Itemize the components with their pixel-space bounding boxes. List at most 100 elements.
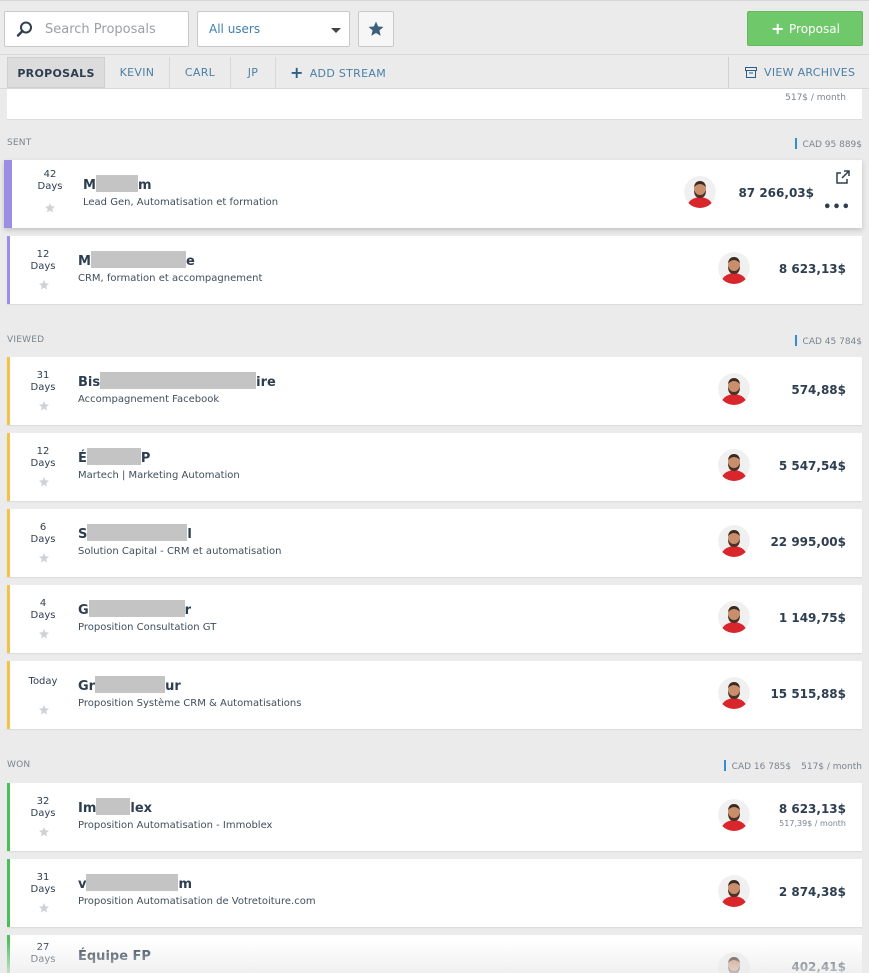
more-options-icon[interactable]: ••• [823, 200, 851, 215]
redacted-text [88, 600, 185, 617]
proposal-amount: 15 515,88$ [770, 687, 846, 701]
add-stream-button[interactable]: + ADD STREAM [290, 57, 386, 88]
stage-total-value: CAD 45 784$ [802, 337, 862, 347]
stage-monthly-value: 517$ / month [801, 762, 862, 772]
proposal-title: vm [78, 874, 192, 892]
proposal-amount: 574,88$ [791, 383, 846, 397]
proposal-title: Sl [78, 524, 192, 542]
star-icon[interactable] [38, 704, 50, 716]
tab-proposals[interactable]: PROPOSALS [7, 57, 105, 88]
star-icon[interactable] [38, 552, 50, 564]
search-input[interactable] [45, 12, 185, 46]
proposal-title: Me [78, 251, 195, 269]
proposal-subtitle: Martech | Marketing Automation [78, 470, 240, 481]
proposal-card-partial[interactable]: 517$ / month [7, 89, 862, 120]
star-icon[interactable] [38, 476, 50, 488]
redacted-text [95, 676, 166, 693]
avatar [718, 252, 750, 284]
star-icon[interactable] [44, 202, 56, 214]
avatar [718, 952, 750, 973]
days-counter: Today [28, 676, 58, 687]
proposal-title: Gr [78, 600, 191, 618]
proposal-card[interactable]: 27 Days Équipe FP 402,41$ [7, 935, 862, 973]
redacted-text [96, 798, 131, 815]
redacted-text [86, 448, 141, 465]
new-proposal-label: Proposal [789, 22, 840, 36]
add-stream-label: ADD STREAM [309, 67, 386, 80]
days-counter: 4 Days [30, 598, 56, 621]
star-icon[interactable] [38, 902, 50, 914]
star-icon[interactable] [38, 826, 50, 838]
redacted-text [87, 524, 188, 541]
proposal-card[interactable]: 4 Days Gr Proposition Consultation GT 1 1… [7, 585, 862, 653]
proposal-card[interactable]: 12 Days ÉP Martech | Marketing Automation… [7, 433, 862, 501]
tab-jp[interactable]: JP [231, 57, 276, 88]
plus-icon: + [771, 19, 785, 38]
star-icon[interactable] [38, 279, 50, 291]
archive-icon [745, 67, 757, 78]
days-counter: 31 Days [30, 370, 56, 393]
avatar [718, 677, 750, 709]
total-marker [794, 335, 797, 346]
proposal-subtitle: Proposition Automatisation - Immoblex [78, 820, 273, 831]
stage-label-viewed: VIEWED [7, 335, 45, 345]
avatar [718, 875, 750, 907]
days-counter: 42 Days [37, 169, 63, 192]
avatar [718, 799, 750, 831]
top-toolbar: All users + Proposal [0, 0, 869, 54]
proposal-card[interactable]: Today Gr ur Proposition Système CRM & Aut… [7, 661, 862, 729]
proposal-title: ÉP [78, 448, 150, 466]
proposal-subtitle: Solution Capital - CRM et automatisation [78, 546, 282, 557]
avatar [718, 373, 750, 405]
proposal-subtitle: Accompagnement Facebook [78, 394, 220, 405]
tab-kevin[interactable]: KEVIN [105, 57, 170, 88]
search-icon [16, 21, 32, 37]
proposal-subtitle: Lead Gen, Automatisation et formation [83, 197, 279, 208]
days-counter: 12 Days [30, 249, 56, 272]
avatar [718, 601, 750, 633]
proposal-card[interactable]: 6 Days Sl Solution Capital - CRM et autom… [7, 509, 862, 577]
proposal-subtitle: Proposition Automatisation de Votretoitu… [78, 896, 316, 907]
external-link-icon[interactable] [835, 169, 851, 185]
new-proposal-button[interactable]: + Proposal [747, 11, 863, 46]
days-counter: 32 Days [30, 796, 56, 819]
proposal-card[interactable]: 32 Days Im lex Proposition Automatisation … [7, 783, 862, 851]
star-icon[interactable] [38, 400, 50, 412]
favorites-button[interactable] [358, 11, 394, 47]
stage-total-sent: CAD 95 889$ [794, 138, 862, 150]
proposal-card[interactable]: 42 Days Mm Lead Gen, Automatisation et fo… [4, 160, 862, 228]
stage-total-viewed: CAD 45 784$ [794, 335, 862, 347]
avatar [684, 176, 716, 208]
search-box[interactable] [4, 11, 189, 47]
proposal-card[interactable]: 31 Days Bis ire Accompagnement Facebook 57… [7, 357, 862, 425]
stage-total-won: CAD 16 785$ 517$ / month [723, 760, 862, 772]
proposal-card[interactable]: 31 Days vm Proposition Automatisation de … [7, 859, 862, 927]
star-icon[interactable] [38, 628, 50, 640]
proposal-amount: 87 266,03$ [738, 186, 814, 200]
view-archives-label: VIEW ARCHIVES [764, 66, 856, 79]
days-counter: 6 Days [30, 522, 56, 545]
proposal-amount: 5 547,54$ [778, 459, 846, 473]
monthly-amount: 517$ / month [785, 93, 846, 103]
plus-icon: + [290, 63, 304, 82]
total-marker [723, 760, 726, 771]
redacted-text [90, 251, 186, 268]
stage-label-sent: SENT [7, 138, 32, 148]
proposal-card[interactable]: 12 Days Me CRM, formation et accompagneme… [7, 236, 862, 304]
proposal-title: Im lex [78, 798, 152, 816]
proposal-title: Bis ire [78, 372, 276, 390]
proposal-amount: 1 149,75$ [778, 611, 846, 625]
proposal-title: Équipe FP [78, 949, 151, 964]
proposal-title: Mm [83, 175, 151, 193]
days-counter: 12 Days [30, 446, 56, 469]
avatar [718, 449, 750, 481]
user-filter-select[interactable]: All users [197, 11, 350, 47]
proposal-amount: 402,41$ [791, 960, 846, 973]
redacted-text [100, 372, 257, 389]
stream-tabs: PROPOSALS KEVIN CARL JP + ADD STREAM VIEW… [0, 54, 869, 89]
tab-carl[interactable]: CARL [170, 57, 231, 88]
view-archives-button[interactable]: VIEW ARCHIVES [728, 57, 862, 88]
total-marker [794, 138, 797, 149]
star-icon [368, 21, 384, 36]
stage-total-value: CAD 16 785$ [731, 762, 792, 772]
